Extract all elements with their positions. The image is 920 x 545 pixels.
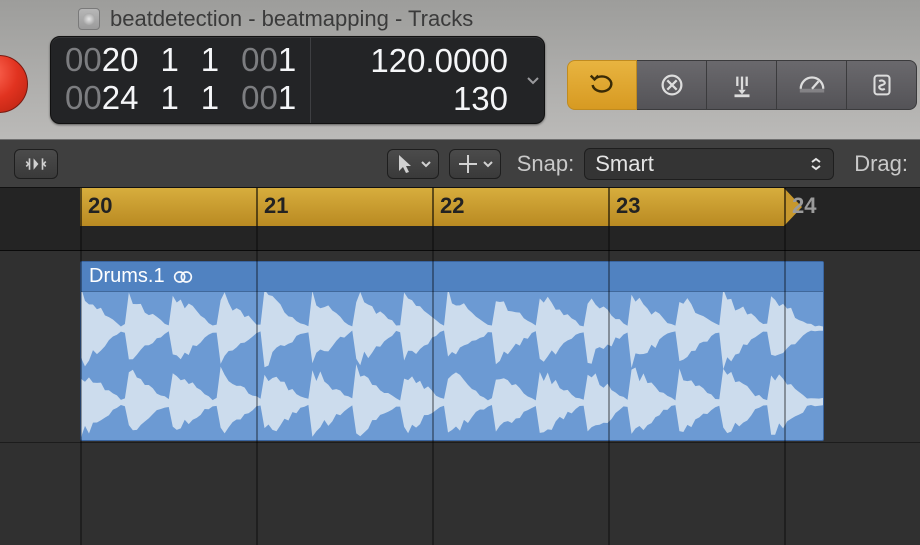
- lcd-loc-tick-pad: 00: [241, 79, 278, 117]
- catch-playhead-button[interactable]: [14, 149, 58, 179]
- region-name: Drums.1: [89, 265, 165, 288]
- cycle-icon: [587, 70, 617, 100]
- ruler-mark[interactable]: 20: [80, 188, 82, 226]
- catch-playhead-icon: [23, 156, 49, 172]
- stereo-icon: [173, 270, 193, 284]
- waveform: [81, 292, 823, 440]
- ruler-bar-number: 22: [440, 193, 464, 219]
- ruler-bar-number: 24: [792, 193, 816, 219]
- bar-ruler[interactable]: 20 21 22 23 24: [0, 188, 920, 226]
- replace-icon: [657, 70, 687, 100]
- autopunch-button[interactable]: [707, 60, 777, 110]
- window-title: beatdetection - beatmapping - Tracks: [110, 6, 473, 32]
- track-separator: [0, 250, 920, 251]
- grid-line: [256, 226, 258, 545]
- cycle-button[interactable]: [567, 60, 637, 110]
- ruler-mark[interactable]: 24: [784, 188, 786, 226]
- lcd-loc-div[interactable]: 1: [201, 79, 219, 117]
- pointer-icon: [394, 152, 418, 176]
- grid-line: [432, 226, 434, 545]
- lcd-loc-bar-pad: 00: [65, 79, 102, 117]
- lcd-project-tempo[interactable]: 130: [453, 80, 508, 118]
- ruler-mark[interactable]: 21: [256, 188, 258, 226]
- up-down-icon: [809, 157, 823, 171]
- ruler-bar-number: 21: [264, 193, 288, 219]
- lcd-mode-menu[interactable]: [522, 37, 544, 123]
- record-button[interactable]: [0, 55, 28, 113]
- metronome-icon: [797, 70, 827, 100]
- chevron-down-icon: [420, 158, 432, 170]
- pointer-tool-menu[interactable]: [387, 149, 439, 179]
- snap-label: Snap:: [517, 151, 575, 177]
- grid-line: [784, 226, 786, 545]
- lcd-pos-bar[interactable]: 20: [102, 41, 139, 79]
- metronome-button[interactable]: [777, 60, 847, 110]
- grid-line: [608, 226, 610, 545]
- lcd-pos-beat[interactable]: 1: [160, 41, 178, 79]
- ruler-mark[interactable]: 22: [432, 188, 434, 226]
- chevron-down-icon: [525, 72, 541, 88]
- chevron-down-icon: [482, 158, 494, 170]
- lcd-loc-bar[interactable]: 24: [102, 79, 139, 117]
- lcd-pos-tick-pad: 00: [241, 41, 278, 79]
- solo-icon: [867, 70, 897, 100]
- lcd-pos-tick[interactable]: 1: [278, 41, 296, 79]
- region-header[interactable]: Drums.1: [81, 262, 823, 292]
- audio-region[interactable]: Drums.1: [80, 261, 824, 441]
- snap-value: Smart: [595, 151, 654, 177]
- lcd-position-row[interactable]: 00 20 1 1 00 1: [65, 41, 296, 79]
- ruler-bar-number: 20: [88, 193, 112, 219]
- alt-tool-menu[interactable]: [449, 149, 501, 179]
- lcd-locator-row[interactable]: 00 24 1 1 00 1: [65, 79, 296, 117]
- drag-label: Drag:: [854, 151, 908, 177]
- lcd-loc-tick[interactable]: 1: [278, 79, 296, 117]
- lcd-pos-bar-pad: 00: [65, 41, 102, 79]
- titlebar: beatdetection - beatmapping - Tracks: [0, 0, 920, 34]
- window-chrome: beatdetection - beatmapping - Tracks 00 …: [0, 0, 920, 140]
- autopunch-icon: [727, 70, 757, 100]
- transport-button-group: [567, 60, 917, 110]
- crosshair-icon: [456, 152, 480, 176]
- tracks-area[interactable]: Drums.1: [0, 226, 920, 545]
- tracks-toolbar: Snap: Smart Drag:: [0, 140, 920, 188]
- replace-button[interactable]: [637, 60, 707, 110]
- snap-menu[interactable]: Smart: [584, 148, 834, 180]
- lcd-display[interactable]: 00 20 1 1 00 1 00 24 1 1: [50, 36, 545, 124]
- ruler-mark[interactable]: 23: [608, 188, 610, 226]
- ruler-bar-number: 23: [616, 193, 640, 219]
- project-icon: [78, 8, 100, 30]
- solo-button[interactable]: [847, 60, 917, 110]
- grid-line: [80, 226, 82, 545]
- lcd-pos-div[interactable]: 1: [201, 41, 219, 79]
- track-separator: [0, 442, 920, 443]
- lcd-loc-beat[interactable]: 1: [160, 79, 178, 117]
- lcd-tempo[interactable]: 120.0000: [370, 42, 508, 80]
